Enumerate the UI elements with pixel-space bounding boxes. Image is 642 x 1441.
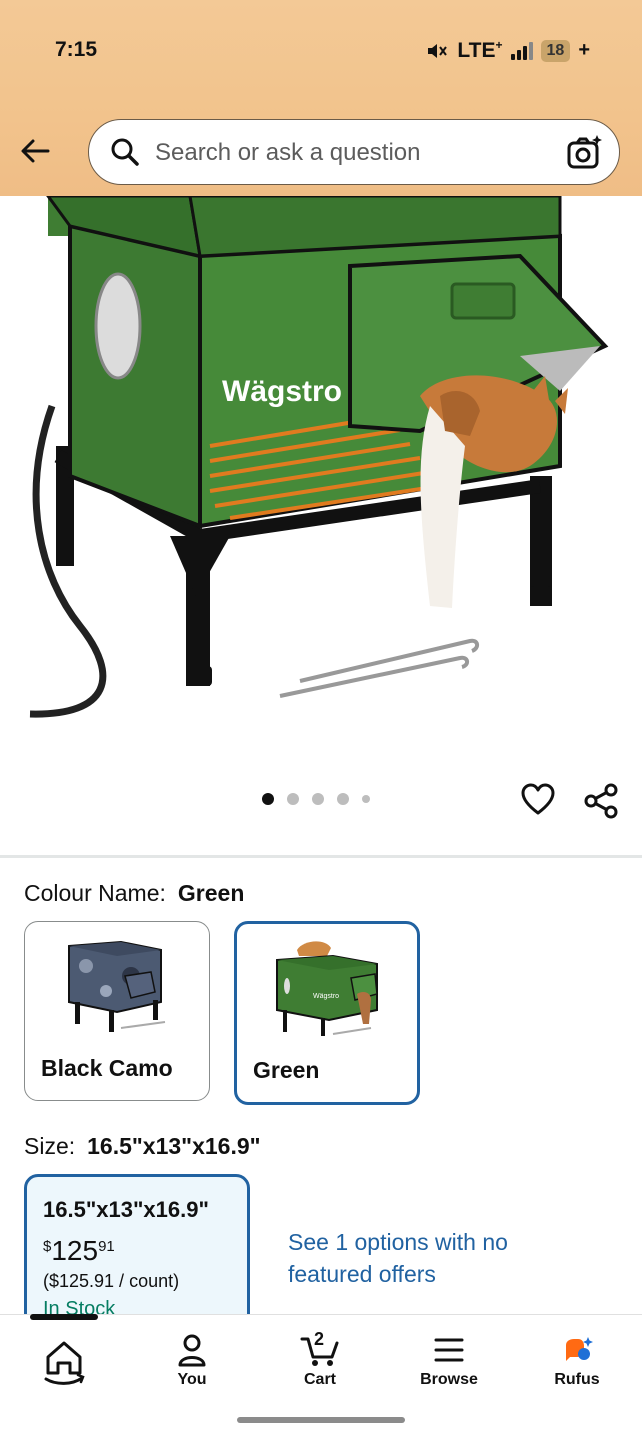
home-indicator-bar — [237, 1417, 405, 1423]
black-camo-thumbnail — [68, 940, 166, 1032]
green-thumbnail: Wägstro — [276, 941, 378, 1036]
status-indicators: LTE+ 18 + — [425, 38, 590, 63]
cart-count-badge: 2 — [314, 1329, 325, 1349]
product-image[interactable]: Wägstro — [0, 196, 642, 756]
image-carousel-dots[interactable] — [262, 793, 370, 805]
nav-label: Rufus — [554, 1371, 600, 1388]
search-bar[interactable] — [88, 119, 620, 185]
nav-label: Browse — [420, 1371, 478, 1388]
nav-browse[interactable]: Browse — [399, 1333, 499, 1389]
swatch-label: Green — [253, 1057, 320, 1083]
svg-text:Wägstro: Wägstro — [313, 993, 339, 1000]
swatch-black-camo[interactable]: Black Camo — [24, 921, 210, 1101]
nav-label: You — [177, 1371, 207, 1388]
search-icon — [111, 138, 139, 166]
see-options-link[interactable]: See 1 options with no featured offers — [288, 1226, 528, 1290]
size-label: Size: — [24, 1133, 76, 1159]
carousel-dot[interactable] — [337, 793, 349, 805]
nav-cart[interactable]: 2 Cart — [270, 1329, 370, 1389]
colour-label: Colour Name: — [24, 880, 166, 906]
carousel-dot[interactable] — [262, 793, 274, 805]
carousel-dot[interactable] — [312, 793, 324, 805]
size-option-card[interactable]: 16.5"x13"x16.9" $12591 ($125.91 / count)… — [24, 1174, 250, 1334]
nav-label: Cart — [303, 1371, 336, 1388]
nav-you[interactable]: You — [142, 1333, 242, 1389]
top-header: 7:15 LTE+ 18 + — [0, 0, 642, 196]
colour-heading: Colour Name: Green — [24, 880, 244, 907]
price-whole: 125 — [51, 1235, 99, 1266]
swatch-green[interactable]: Wägstro Green — [234, 921, 420, 1105]
signal-icon — [510, 41, 533, 60]
price: $12591 — [43, 1235, 115, 1267]
heart-icon[interactable] — [520, 782, 556, 818]
network-sup: + — [495, 38, 503, 52]
nav-home[interactable] — [14, 1333, 114, 1389]
unit-price: ($125.91 / count) — [43, 1271, 180, 1291]
search-input[interactable] — [153, 132, 547, 174]
size-selected-value: 16.5"x13"x16.9" — [87, 1133, 261, 1159]
back-arrow-icon[interactable] — [16, 132, 54, 170]
status-time: 7:15 — [55, 38, 98, 61]
person-icon — [178, 1334, 206, 1367]
battery-level: 18 — [540, 39, 571, 62]
nav-rufus[interactable]: Rufus — [527, 1333, 627, 1389]
carousel-dot[interactable] — [287, 793, 299, 805]
section-divider — [0, 855, 642, 858]
size-option-title: 16.5"x13"x16.9" — [43, 1197, 209, 1222]
carousel-dot[interactable] — [362, 795, 370, 803]
price-fraction: 91 — [98, 1238, 115, 1255]
active-tab-indicator — [30, 1314, 98, 1320]
swatch-label: Black Camo — [41, 1055, 173, 1081]
size-heading: Size: 16.5"x13"x16.9" — [24, 1133, 261, 1160]
share-icon[interactable] — [582, 782, 620, 820]
colour-selected-value: Green — [177, 880, 245, 906]
camera-search-icon[interactable] — [565, 133, 605, 173]
menu-icon — [434, 1338, 464, 1362]
home-icon — [44, 1341, 85, 1385]
network-type: LTE+ — [457, 38, 502, 63]
brand-logo: Wägstro — [222, 375, 342, 408]
rufus-icon — [566, 1337, 593, 1361]
price-currency: $ — [43, 1238, 52, 1255]
charging-indicator: + — [578, 39, 590, 61]
network-label: LTE — [457, 39, 496, 62]
silent-mode-icon — [428, 43, 448, 58]
